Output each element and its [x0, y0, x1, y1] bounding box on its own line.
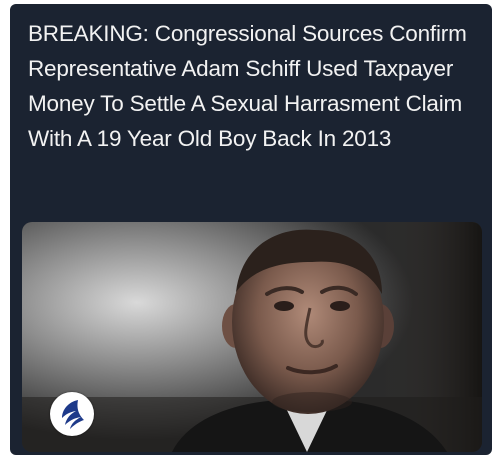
news-photo[interactable] [22, 222, 482, 452]
publisher-logo [50, 392, 94, 436]
stylized-eagle-wing-icon [62, 400, 84, 429]
post-card: BREAKING: Congressional Sources Confirm … [10, 4, 492, 455]
headline-text: BREAKING: Congressional Sources Confirm … [28, 21, 467, 151]
